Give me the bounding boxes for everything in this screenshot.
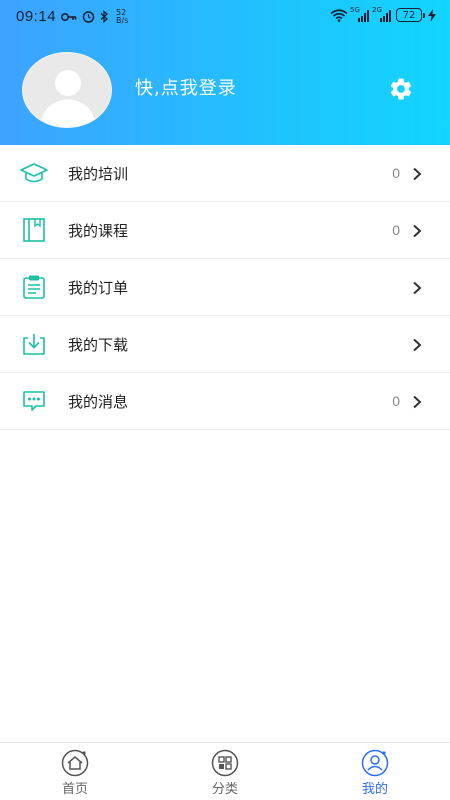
book-icon: [20, 216, 48, 244]
charging-icon: [428, 8, 436, 22]
settings-button[interactable]: [388, 76, 414, 102]
download-icon: [20, 330, 48, 358]
avatar[interactable]: [22, 52, 112, 128]
battery-indicator: 72: [396, 8, 425, 22]
menu-item-courses[interactable]: 我的课程 0: [0, 202, 450, 259]
menu-item-label: 我的下载: [68, 335, 129, 354]
category-icon: [211, 749, 239, 777]
status-time: 09:14: [16, 8, 57, 25]
status-bar: 09:14 52 B/s 5G 2G 72: [0, 0, 450, 34]
clipboard-icon: [20, 273, 48, 301]
menu-item-training[interactable]: 我的培训 0: [0, 145, 450, 202]
profile-icon: [361, 749, 389, 777]
signal-sim2: 2G: [372, 5, 392, 22]
tab-label: 首页: [61, 782, 88, 797]
sim2-label: 2G: [372, 5, 382, 14]
graduation-cap-icon: [20, 159, 48, 187]
profile-header: 09:14 52 B/s 5G 2G 72 快,点我登录: [0, 0, 450, 145]
chevron-right-icon: [412, 223, 422, 238]
key-icon: [61, 12, 77, 22]
home-icon: [61, 749, 89, 777]
menu-item-orders[interactable]: 我的订单: [0, 259, 450, 316]
menu-item-count: 0: [392, 393, 400, 409]
net-speed: 52 B/s: [116, 8, 129, 25]
menu-item-count: 0: [392, 165, 400, 181]
alarm-icon: [82, 10, 95, 23]
login-prompt[interactable]: 快,点我登录: [135, 74, 237, 100]
menu-item-label: 我的课程: [68, 221, 129, 240]
chevron-right-icon: [412, 337, 422, 352]
signal-sim1: 5G: [350, 5, 370, 22]
tab-profile[interactable]: 我的: [300, 743, 450, 800]
tab-label: 我的: [361, 782, 388, 797]
menu-item-label: 我的培训: [68, 164, 129, 183]
bottom-tab-bar: 首页 分类 我的: [0, 742, 450, 800]
tab-home[interactable]: 首页: [0, 743, 150, 800]
sim1-label: 5G: [350, 5, 360, 14]
message-icon: [20, 387, 48, 415]
profile-menu: 我的培训 0 我的课程 0 我的订单 我的下载 我的消息 0: [0, 145, 450, 430]
menu-item-downloads[interactable]: 我的下载: [0, 316, 450, 373]
net-speed-unit: B/s: [116, 15, 129, 25]
chevron-right-icon: [412, 394, 422, 409]
menu-item-count: 0: [392, 222, 400, 238]
chevron-right-icon: [412, 166, 422, 181]
menu-item-messages[interactable]: 我的消息 0: [0, 373, 450, 430]
bluetooth-icon: [100, 10, 109, 23]
chevron-right-icon: [412, 280, 422, 295]
default-avatar-icon: [39, 70, 97, 127]
gear-icon: [390, 78, 412, 100]
menu-item-label: 我的消息: [68, 392, 129, 411]
tab-label: 分类: [211, 782, 238, 797]
tab-category[interactable]: 分类: [150, 743, 300, 800]
wifi-icon: [330, 8, 348, 22]
menu-item-label: 我的订单: [68, 278, 129, 297]
